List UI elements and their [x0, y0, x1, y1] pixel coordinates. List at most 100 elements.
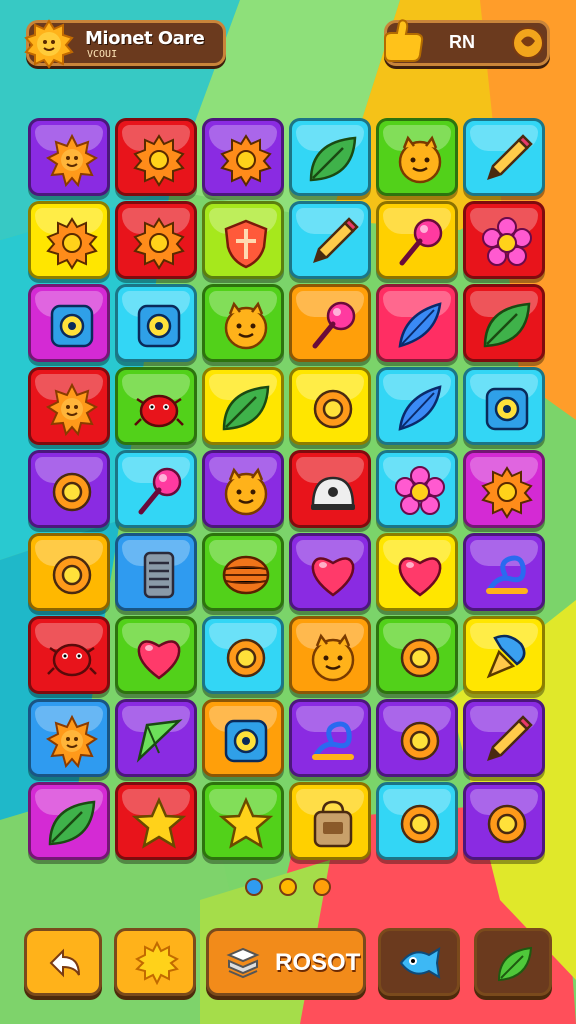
board-tile[interactable]	[202, 201, 284, 279]
robot-button[interactable]: ROSOT	[206, 928, 366, 996]
sun-icon	[135, 941, 179, 985]
board-tile[interactable]	[289, 533, 371, 611]
ring-icon	[400, 638, 440, 678]
currency-value: RN	[449, 32, 475, 52]
board-tile[interactable]	[376, 118, 458, 196]
back-arrow-icon	[49, 948, 80, 978]
board-tile[interactable]	[28, 450, 110, 528]
board-tile[interactable]	[463, 284, 545, 362]
feather-icon	[398, 385, 442, 431]
board-tile[interactable]	[289, 367, 371, 445]
board-tile[interactable]	[463, 367, 545, 445]
board-tile[interactable]	[289, 782, 371, 860]
board-tile[interactable]	[115, 201, 197, 279]
heart-icon	[398, 557, 442, 597]
board-tile[interactable]	[115, 367, 197, 445]
board-tile[interactable]	[289, 699, 371, 777]
sun-icon	[46, 714, 98, 769]
leaf-button[interactable]	[474, 928, 552, 996]
board-tile[interactable]	[202, 616, 284, 694]
title-badge: Mionet Oare VCOUI	[24, 19, 226, 69]
bug-icon	[134, 394, 184, 428]
sun-button[interactable]	[114, 928, 196, 996]
board-tile[interactable]	[202, 699, 284, 777]
board-tile[interactable]	[376, 616, 458, 694]
page-dot[interactable]	[245, 878, 263, 896]
board-tile[interactable]	[376, 782, 458, 860]
ring-icon	[52, 555, 92, 595]
ring-icon	[400, 804, 440, 844]
board-tile[interactable]	[115, 284, 197, 362]
pin-icon	[312, 301, 356, 349]
board-tile[interactable]	[289, 201, 371, 279]
board-tile[interactable]	[115, 450, 197, 528]
leaf-icon	[309, 136, 357, 182]
board-tile[interactable]	[28, 284, 110, 362]
board-tile[interactable]	[202, 367, 284, 445]
board-tile[interactable]	[376, 533, 458, 611]
board-tile[interactable]	[376, 699, 458, 777]
game-title: Mionet Oare	[85, 28, 205, 49]
board-tile[interactable]	[376, 367, 458, 445]
board-tile[interactable]	[376, 284, 458, 362]
board-tile[interactable]	[289, 450, 371, 528]
bug-icon	[47, 643, 97, 677]
pencil-icon	[487, 134, 533, 180]
board-tile[interactable]	[115, 616, 197, 694]
board-tile[interactable]	[202, 782, 284, 860]
flower-icon	[395, 466, 445, 515]
leaf-icon	[483, 302, 531, 348]
board-tile[interactable]	[289, 118, 371, 196]
gear-icon	[133, 217, 185, 270]
sun-icon	[24, 19, 74, 69]
board-tile[interactable]	[463, 450, 545, 528]
board-tile[interactable]	[463, 699, 545, 777]
knot-icon	[486, 555, 528, 594]
board-tile[interactable]	[28, 118, 110, 196]
board-tile[interactable]	[289, 284, 371, 362]
board-tile[interactable]	[28, 201, 110, 279]
board-tile[interactable]	[115, 533, 197, 611]
sun-icon	[46, 382, 98, 437]
board-tile[interactable]	[202, 284, 284, 362]
board-tile[interactable]	[376, 450, 458, 528]
board-tile[interactable]	[28, 616, 110, 694]
dome-icon	[311, 476, 355, 510]
board-tile[interactable]	[28, 533, 110, 611]
board-tile[interactable]	[28, 782, 110, 860]
face-icon	[224, 301, 268, 350]
board-tile[interactable]	[463, 118, 545, 196]
ring-icon	[313, 389, 353, 429]
board-tile[interactable]	[115, 118, 197, 196]
page-dot[interactable]	[279, 878, 297, 896]
gear-icon	[133, 134, 185, 187]
board-tile[interactable]	[463, 533, 545, 611]
target-icon	[50, 304, 94, 348]
star-icon	[218, 796, 274, 849]
board-tile[interactable]	[202, 118, 284, 196]
page-dot[interactable]	[313, 878, 331, 896]
board-tile[interactable]	[115, 699, 197, 777]
board-tile[interactable]	[376, 201, 458, 279]
board-tile[interactable]	[28, 367, 110, 445]
bag-icon	[313, 800, 353, 848]
board-tile[interactable]	[463, 782, 545, 860]
game-subtitle: VCOUI	[87, 49, 118, 60]
board-tile[interactable]	[115, 782, 197, 860]
board-tile[interactable]	[202, 533, 284, 611]
fish-button[interactable]	[378, 928, 460, 996]
board-tile[interactable]	[289, 616, 371, 694]
thumbs-up-hand-icon	[384, 19, 424, 62]
target-icon	[137, 304, 181, 348]
board-tile[interactable]	[28, 699, 110, 777]
back-button[interactable]	[24, 928, 102, 996]
board-tile[interactable]	[463, 616, 545, 694]
board-tile[interactable]	[463, 201, 545, 279]
board-tile[interactable]	[202, 450, 284, 528]
gear-icon	[481, 466, 533, 519]
pin-icon	[138, 467, 182, 515]
plus-icon[interactable]	[511, 26, 545, 60]
stack-icon	[143, 551, 175, 599]
star-icon	[131, 796, 187, 849]
target-icon	[224, 719, 268, 763]
